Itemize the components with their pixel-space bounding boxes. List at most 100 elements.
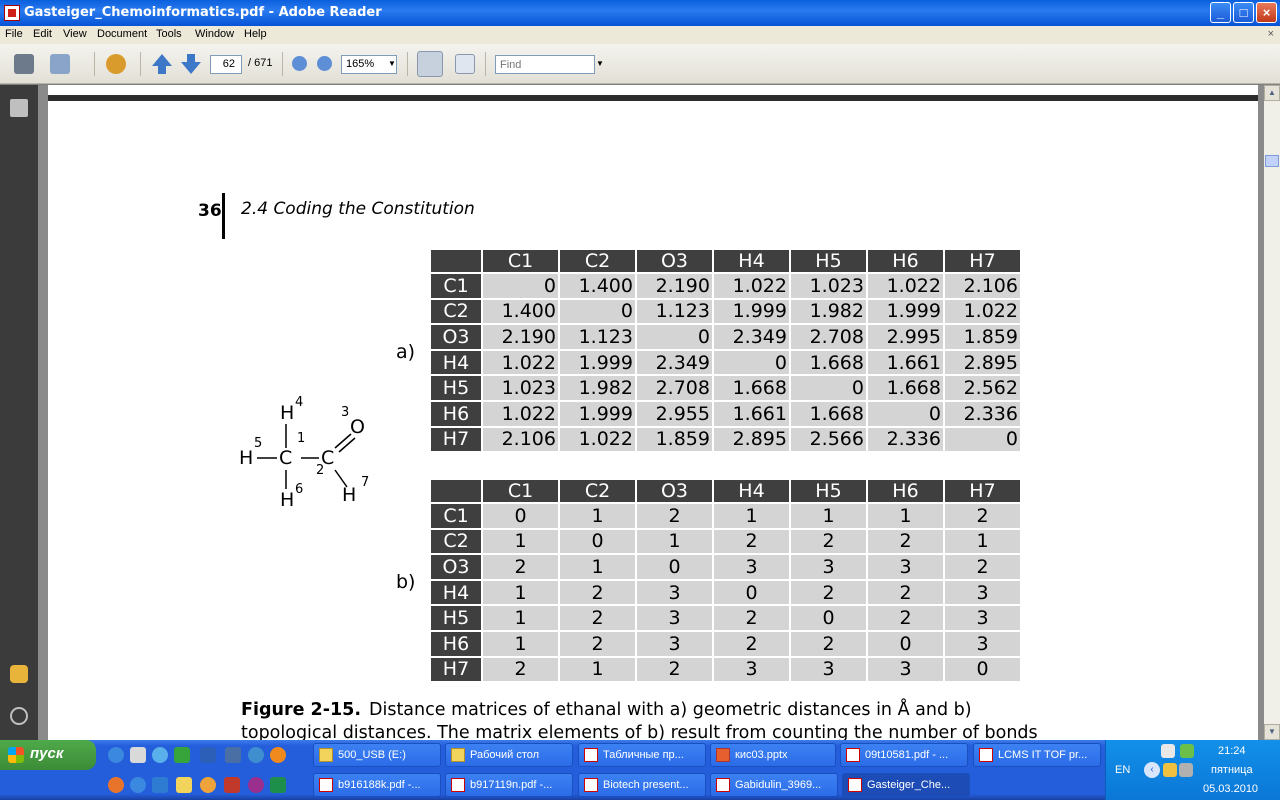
table-row: H4 1.022 1.999 2.349 0 1.668 1.661 2.895 xyxy=(431,350,1020,375)
tray-network-icon[interactable] xyxy=(1180,744,1194,758)
taskbar-button[interactable]: 09t10581.pdf - ... xyxy=(840,743,968,767)
matrix-cell: 0 xyxy=(560,529,635,554)
attachments-icon[interactable] xyxy=(10,707,28,725)
close-button[interactable]: × xyxy=(1256,2,1277,23)
taskbar-button[interactable]: 500_USB (E:) xyxy=(313,743,441,767)
firefox-icon[interactable] xyxy=(108,777,124,793)
chat-icon[interactable] xyxy=(270,747,286,763)
menu-help[interactable]: Help xyxy=(244,28,267,40)
taskbar-button[interactable]: кис03.pptx xyxy=(710,743,836,767)
matrix-cell: 1.123 xyxy=(560,325,635,349)
scroll-up-icon[interactable]: ▲ xyxy=(1264,85,1280,101)
previous-page-icon[interactable] xyxy=(152,54,172,74)
matrix-cell: 1 xyxy=(945,529,1020,554)
player-icon[interactable] xyxy=(248,747,264,763)
page-total: / 671 xyxy=(248,57,273,69)
matrix-cell: 2 xyxy=(868,580,943,605)
app4-icon[interactable] xyxy=(224,777,240,793)
app3-icon[interactable] xyxy=(200,777,216,793)
print-icon[interactable] xyxy=(14,54,34,74)
matrix-cell: 0 xyxy=(483,504,558,528)
matrix-cell: 2 xyxy=(483,555,558,579)
review-comment-icon[interactable] xyxy=(106,54,126,74)
zoom-in-icon[interactable] xyxy=(317,56,332,71)
excel-icon[interactable] xyxy=(270,777,286,793)
taskbar-button[interactable]: Табличные пр... xyxy=(578,743,706,767)
matrix-cell: 1.023 xyxy=(483,376,558,400)
print-setup-icon[interactable] xyxy=(50,54,70,74)
next-page-icon[interactable] xyxy=(181,54,201,74)
ie-icon[interactable] xyxy=(108,747,124,763)
pdf-icon xyxy=(584,748,598,762)
menu-window[interactable]: Window xyxy=(195,28,234,40)
menu-document[interactable]: Document xyxy=(97,28,147,40)
find-input[interactable] xyxy=(495,55,595,74)
taskbar-button-label: кис03.pptx xyxy=(735,749,788,761)
taskbar-button[interactable]: Gasteiger_Che... xyxy=(842,773,970,797)
taskbar-button[interactable]: Рабочий стол xyxy=(445,743,573,767)
row-header: H6 xyxy=(431,631,481,656)
matrix-cell: 2 xyxy=(714,606,789,630)
scroll-thumb[interactable] xyxy=(1265,155,1279,167)
column-header: C2 xyxy=(560,480,635,502)
maximize-button[interactable]: □ xyxy=(1233,2,1254,23)
windows-flag-icon xyxy=(8,747,24,763)
matrix-cell: 2 xyxy=(791,580,866,605)
matrix-cell: 0 xyxy=(637,325,712,349)
scroll-down-icon[interactable]: ▼ xyxy=(1264,724,1280,740)
page-number-input[interactable]: 62 xyxy=(210,55,242,74)
taskbar-button[interactable]: b916188k.pdf -... xyxy=(313,773,441,797)
desktop-icon[interactable] xyxy=(130,747,146,763)
matrix-cell: 2.562 xyxy=(945,376,1020,400)
tray-volume-icon[interactable] xyxy=(1179,763,1193,777)
menu-tools[interactable]: Tools xyxy=(156,28,182,40)
matrix-cell: 2 xyxy=(791,529,866,554)
close-document-icon[interactable]: × xyxy=(1268,28,1274,40)
pdf-page: 36 2.4 Coding the Constitution H 4 H 5 C… xyxy=(48,85,1258,740)
ethanal-structure: H 4 H 5 C 1 C 3 2 O H 6 H 7 xyxy=(239,390,393,520)
chevron-down-icon[interactable]: ▼ xyxy=(388,59,396,68)
start-label: пуск xyxy=(30,745,64,762)
minimize-button[interactable]: _ xyxy=(1210,2,1231,23)
tray-app-icon[interactable] xyxy=(1163,763,1177,777)
taskbar-button[interactable]: b917119n.pdf -... xyxy=(445,773,573,797)
folder-icon[interactable] xyxy=(176,777,192,793)
comments-icon[interactable] xyxy=(10,665,28,683)
pages-icon[interactable] xyxy=(10,99,28,117)
menu-view[interactable]: View xyxy=(63,28,87,40)
matrix-cell: 1.022 xyxy=(714,274,789,298)
word-icon[interactable] xyxy=(200,747,216,763)
figure-label: Figure 2-15. xyxy=(241,700,361,720)
browser-icon[interactable] xyxy=(152,747,168,763)
zoom-out-icon[interactable] xyxy=(292,56,307,71)
menu-edit[interactable]: Edit xyxy=(33,28,52,40)
matrix-cell: 0 xyxy=(945,657,1020,682)
document-view[interactable]: 36 2.4 Coding the Constitution H 4 H 5 C… xyxy=(38,85,1264,740)
tray-expand-icon[interactable]: ‹ xyxy=(1144,762,1160,778)
app2-icon[interactable] xyxy=(152,777,168,793)
matrix-cell: 2 xyxy=(483,657,558,682)
vertical-scrollbar[interactable]: ▲ ▼ xyxy=(1264,85,1280,740)
fit-width-icon[interactable] xyxy=(417,51,443,77)
app-icon[interactable] xyxy=(225,747,241,763)
matrix-cell: 3 xyxy=(714,555,789,579)
matrix-cell: 2 xyxy=(868,606,943,630)
media-icon[interactable] xyxy=(174,747,190,763)
matrix-cell: 1 xyxy=(560,657,635,682)
matrix-cell: 0 xyxy=(483,274,558,298)
globe-icon[interactable] xyxy=(130,777,146,793)
pdf-icon xyxy=(846,748,860,762)
navigation-pane xyxy=(0,85,38,740)
tray-monitor-icon[interactable] xyxy=(1161,744,1175,758)
taskbar-button[interactable]: Biotech present... xyxy=(578,773,706,797)
taskbar-button[interactable]: LCMS IT TOF pr... xyxy=(973,743,1101,767)
app5-icon[interactable] xyxy=(248,777,264,793)
find-options-chevron-icon[interactable]: ▼ xyxy=(596,59,604,68)
start-button[interactable]: пуск xyxy=(0,740,96,770)
language-indicator[interactable]: EN xyxy=(1115,764,1130,776)
taskbar-button[interactable]: Gabidulin_3969... xyxy=(710,773,838,797)
menu-file[interactable]: File xyxy=(5,28,23,40)
fit-page-icon[interactable] xyxy=(455,54,475,74)
toolbar-separator xyxy=(485,52,486,76)
matrix-cell: 0 xyxy=(945,427,1020,452)
